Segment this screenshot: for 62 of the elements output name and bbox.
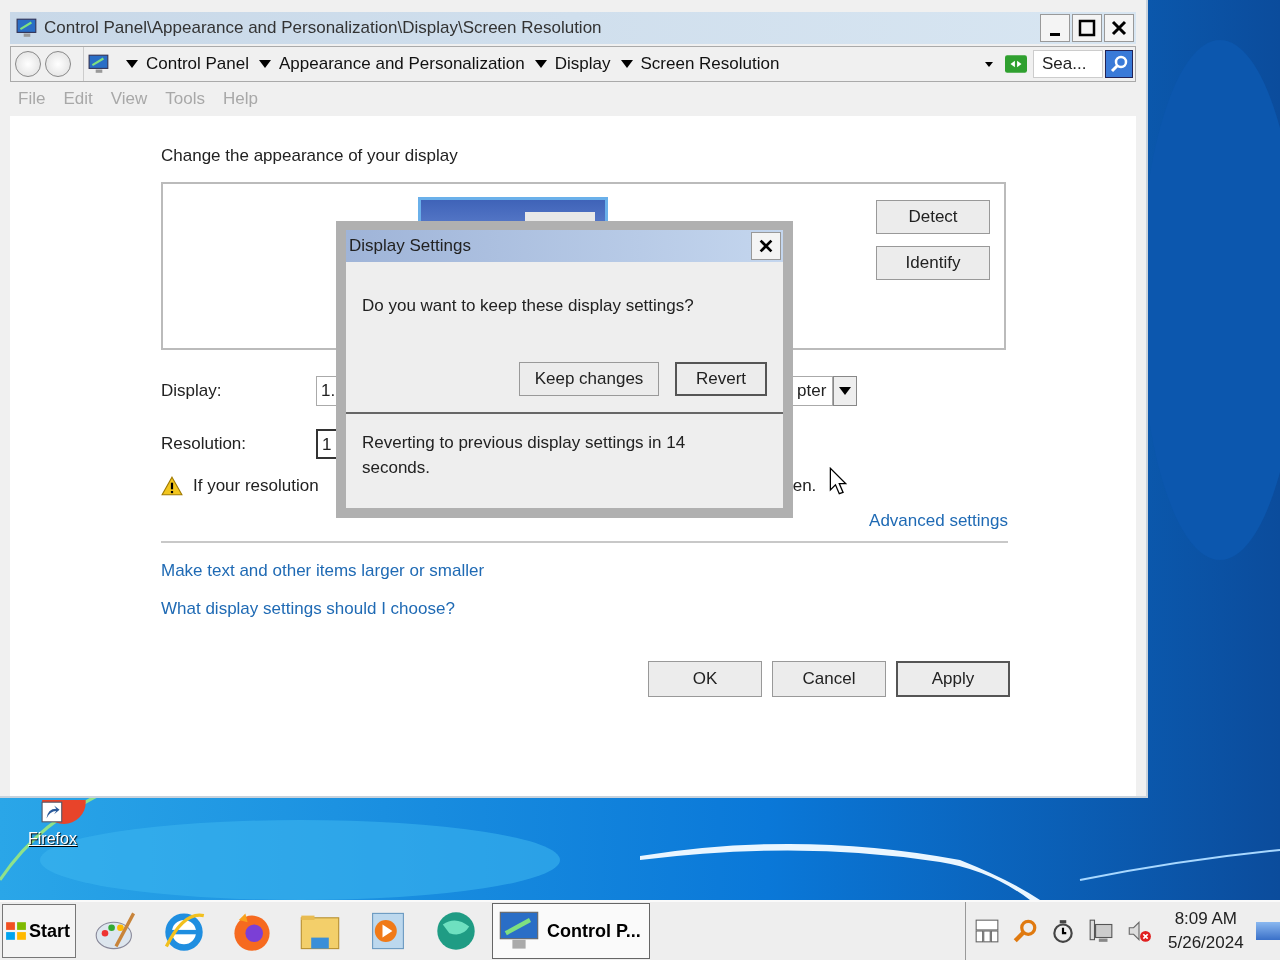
minimize-button[interactable] (1040, 14, 1070, 42)
caret-icon[interactable] (259, 60, 271, 68)
breadcrumb[interactable]: Appearance and Personalization (279, 54, 525, 74)
taskbar-window-button[interactable]: Control P... (492, 903, 650, 959)
stopwatch-icon[interactable] (1050, 918, 1076, 944)
clock-date[interactable]: 5/26/2024 (1168, 931, 1244, 955)
globe-icon[interactable] (434, 909, 478, 953)
breadcrumb[interactable]: Screen Resolution (640, 54, 780, 74)
start-button[interactable]: Start (2, 904, 76, 958)
back-button[interactable] (15, 51, 41, 77)
dropdown-icon[interactable] (985, 61, 993, 67)
windows-logo-icon (5, 920, 27, 942)
dialog-button[interactable]: Cancel (772, 661, 886, 697)
windows-layout-icon[interactable] (974, 918, 1000, 944)
help-link[interactable]: Make text and other items larger or smaller (161, 561, 485, 580)
breadcrumb[interactable]: Display (554, 54, 611, 74)
dialog-button[interactable]: Revert (675, 362, 767, 396)
display-dropdown-end[interactable]: pter (795, 376, 833, 406)
caret-icon (839, 387, 851, 395)
search-button[interactable] (1105, 50, 1133, 78)
search-field[interactable]: Sea... (1033, 50, 1103, 78)
dialog-button[interactable]: Keep changes (519, 362, 659, 396)
window-title: Control Panel\Appearance and Personalization\Display\Screen Resolution (44, 18, 603, 38)
close-icon (757, 237, 775, 255)
forward-button[interactable] (45, 51, 71, 77)
monitor-icon (88, 53, 110, 75)
address-bar[interactable]: Control Panel Appearance and Personalization Display Screen Resolution (83, 47, 1033, 81)
show-desktop-button[interactable] (1255, 922, 1280, 940)
field-label: Display: (161, 381, 223, 401)
minimize-icon (1050, 32, 1060, 36)
dialog-message: Do you want to keep these display settings? (361, 295, 695, 317)
panel-button[interactable]: Detect (876, 200, 990, 234)
warning-text: en. (792, 476, 817, 496)
close-button[interactable] (751, 232, 781, 260)
monitor-icon (16, 17, 38, 39)
warning-text: If your resolution (193, 476, 319, 496)
caret-icon[interactable] (126, 60, 138, 68)
maximize-icon (1077, 18, 1097, 38)
dropdown-button[interactable] (833, 376, 857, 406)
dialog-button[interactable]: Apply (896, 661, 1010, 697)
help-link[interactable]: What display settings should I choose? (161, 599, 455, 618)
cursor-icon (829, 467, 847, 495)
close-button[interactable] (1104, 14, 1134, 42)
breadcrumb[interactable]: Control Panel (146, 54, 249, 74)
network-computer-icon[interactable] (1088, 918, 1114, 944)
warning-icon (161, 476, 183, 496)
countdown-text: Reverting to previous display settings in 14 seconds. (346, 412, 783, 480)
magnifier-icon[interactable] (1012, 918, 1038, 944)
page-heading: Change the appearance of your display (161, 146, 459, 167)
dialog-title: Display Settings (349, 236, 471, 256)
panel-button[interactable]: Identify (876, 246, 990, 280)
maximize-button[interactable] (1072, 14, 1102, 42)
caret-icon[interactable] (534, 60, 547, 68)
dialog-button[interactable]: OK (648, 661, 762, 697)
refresh-icon[interactable] (1005, 55, 1027, 73)
field-label: Resolution: (161, 434, 248, 454)
caret-icon[interactable] (620, 60, 633, 68)
speaker-muted-icon[interactable] (1126, 918, 1152, 944)
clock-time[interactable]: 8:09 AM (1174, 907, 1237, 931)
search-icon (1109, 54, 1129, 74)
close-icon (1109, 18, 1129, 38)
advanced-settings-link[interactable]: Advanced settings (869, 511, 1008, 531)
